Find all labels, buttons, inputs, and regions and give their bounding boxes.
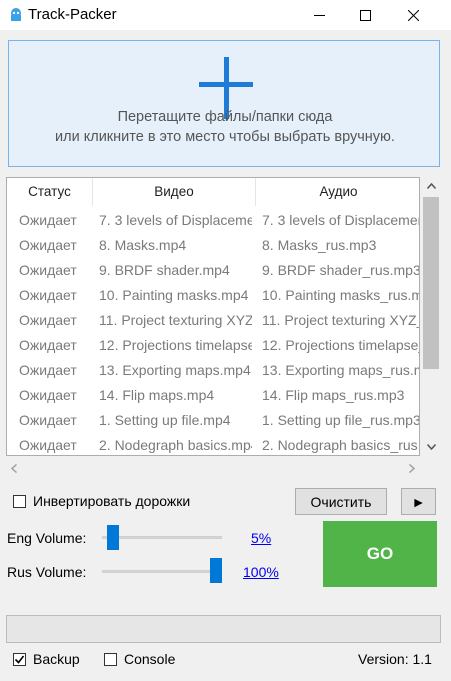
eng-volume-track[interactable] bbox=[102, 536, 222, 539]
table-header: Статус Видео Аудио bbox=[7, 178, 419, 206]
audio-cell: 13. Exporting maps_rus.mp3 bbox=[262, 362, 419, 378]
horizontal-scrollbar[interactable] bbox=[6, 459, 420, 477]
console-box[interactable] bbox=[104, 652, 117, 666]
table-row[interactable]: Ожидает 7. 3 levels of Displacement.mp4 7.… bbox=[7, 208, 419, 233]
minimize-button[interactable] bbox=[296, 0, 342, 30]
video-cell: 12. Projections timelapse.mp4 bbox=[99, 337, 252, 353]
table-row[interactable]: Ожидает 10. Painting masks.mp4 10. Paintin… bbox=[7, 283, 419, 308]
drop-instruction-line2: или кликните в это место чтобы выбрать в… bbox=[55, 129, 395, 145]
backup-label: Backup bbox=[33, 651, 80, 667]
tracks-table[interactable]: Статус Видео Аудио Ожидает 7. 3 levels of… bbox=[6, 177, 420, 456]
audio-cell: 8. Masks_rus.mp3 bbox=[262, 237, 377, 253]
status-cell: Ожидает bbox=[19, 212, 77, 228]
video-cell: 9. BRDF shader.mp4 bbox=[99, 262, 230, 278]
console-label: Console bbox=[124, 651, 176, 667]
audio-cell: 1. Setting up file_rus.mp3 bbox=[262, 412, 419, 428]
table-row[interactable]: Ожидает 8. Masks.mp4 8. Masks_rus.mp3 bbox=[7, 233, 419, 258]
rus-volume-value[interactable]: 100% bbox=[243, 564, 279, 580]
video-cell: 13. Exporting maps.mp4 bbox=[99, 362, 251, 378]
video-cell: 2. Nodegraph basics.mp4 bbox=[99, 437, 252, 453]
status-cell: Ожидает bbox=[19, 387, 77, 403]
scroll-right-button[interactable] bbox=[404, 459, 420, 477]
table-row[interactable]: Ожидает 13. Exporting maps.mp4 13. Exporti… bbox=[7, 358, 419, 383]
chevron-left-icon bbox=[11, 463, 17, 473]
table-row[interactable]: Ожидает 12. Projections timelapse.mp4 12. … bbox=[7, 333, 419, 358]
file-drop-zone[interactable]: Перетащите файлы/папки сюда или кликните… bbox=[8, 40, 440, 167]
drop-instruction-line1: Перетащите файлы/папки сюда bbox=[117, 109, 333, 125]
table-row[interactable]: Ожидает 11. Project texturing XYZ.mp4 11. … bbox=[7, 308, 419, 333]
go-button[interactable]: GO bbox=[323, 521, 437, 587]
status-cell: Ожидает bbox=[19, 362, 77, 378]
scroll-down-button[interactable] bbox=[420, 438, 442, 456]
table-row[interactable]: Ожидает 14. Flip maps.mp4 14. Flip maps_ru… bbox=[7, 383, 419, 408]
minimize-icon bbox=[313, 14, 325, 16]
status-cell: Ожидает bbox=[19, 237, 77, 253]
audio-cell: 11. Project texturing XYZ_rus.mp3 bbox=[262, 312, 419, 328]
app-logo-icon bbox=[11, 8, 21, 21]
status-cell: Ожидает bbox=[19, 337, 77, 353]
maximize-button[interactable] bbox=[342, 0, 388, 30]
clear-button[interactable]: Очистить bbox=[295, 488, 387, 515]
chevron-down-icon bbox=[426, 444, 436, 450]
invert-tracks-label: Инвертировать дорожки bbox=[33, 493, 191, 509]
progress-bar bbox=[6, 615, 441, 643]
table-row[interactable]: Ожидает 1. Setting up file.mp4 1. Setting … bbox=[7, 408, 419, 433]
audio-cell: 7. 3 levels of Displacement_rus.mp3 bbox=[262, 212, 419, 228]
column-header-status[interactable]: Статус bbox=[7, 178, 93, 206]
video-cell: 8. Masks.mp4 bbox=[99, 237, 187, 253]
column-header-audio[interactable]: Аудио bbox=[256, 178, 419, 206]
eng-volume-slider[interactable] bbox=[107, 525, 120, 550]
rus-volume-slider[interactable] bbox=[210, 558, 222, 583]
close-button[interactable] bbox=[390, 0, 436, 30]
chevron-up-icon bbox=[426, 183, 436, 189]
invert-tracks-checkbox[interactable]: Инвертировать дорожки bbox=[13, 493, 190, 509]
maximize-icon bbox=[359, 9, 371, 21]
rus-volume-label: Rus Volume: bbox=[7, 564, 87, 580]
title-bar: Track-Packer bbox=[0, 0, 451, 30]
video-cell: 1. Setting up file.mp4 bbox=[99, 412, 231, 428]
eng-volume-label: Eng Volume: bbox=[7, 530, 87, 546]
status-cell: Ожидает bbox=[19, 437, 77, 453]
audio-cell: 2. Nodegraph basics_rus.mp3 bbox=[262, 437, 419, 453]
table-row[interactable]: Ожидает 2. Nodegraph basics.mp4 2. Nodegra… bbox=[7, 433, 419, 455]
vertical-scrollbar[interactable] bbox=[420, 177, 442, 456]
column-header-video[interactable]: Видео bbox=[93, 178, 256, 206]
invert-tracks-box[interactable] bbox=[13, 494, 26, 508]
console-checkbox[interactable]: Console bbox=[104, 651, 175, 667]
play-button[interactable]: ► bbox=[401, 488, 436, 515]
video-cell: 14. Flip maps.mp4 bbox=[99, 387, 215, 403]
status-cell: Ожидает bbox=[19, 412, 77, 428]
rus-volume-track[interactable] bbox=[102, 570, 222, 573]
vertical-scroll-thumb[interactable] bbox=[423, 197, 439, 369]
scroll-up-button[interactable] bbox=[420, 177, 442, 195]
audio-cell: 9. BRDF shader_rus.mp3 bbox=[262, 262, 419, 278]
version-label: Version: 1.1 bbox=[358, 651, 432, 667]
eng-volume-value[interactable]: 5% bbox=[251, 530, 271, 546]
checkmark-icon bbox=[14, 655, 25, 664]
backup-box[interactable] bbox=[13, 652, 26, 666]
chevron-right-icon bbox=[409, 463, 415, 473]
backup-checkbox[interactable]: Backup bbox=[13, 651, 80, 667]
audio-cell: 10. Painting masks_rus.mp3 bbox=[262, 287, 419, 303]
window-title: Track-Packer bbox=[28, 6, 117, 23]
table-row[interactable]: Ожидает 9. BRDF shader.mp4 9. BRDF shader_… bbox=[7, 258, 419, 283]
audio-cell: 14. Flip maps_rus.mp3 bbox=[262, 387, 405, 403]
status-cell: Ожидает bbox=[19, 287, 77, 303]
video-cell: 7. 3 levels of Displacement.mp4 bbox=[99, 212, 252, 228]
status-cell: Ожидает bbox=[19, 262, 77, 278]
video-cell: 11. Project texturing XYZ.mp4 bbox=[99, 312, 252, 328]
audio-cell: 12. Projections timelapse_rus.mp3 bbox=[262, 337, 419, 353]
scroll-left-button[interactable] bbox=[6, 459, 22, 477]
status-cell: Ожидает bbox=[19, 312, 77, 328]
close-icon bbox=[407, 9, 419, 21]
video-cell: 10. Painting masks.mp4 bbox=[99, 287, 249, 303]
